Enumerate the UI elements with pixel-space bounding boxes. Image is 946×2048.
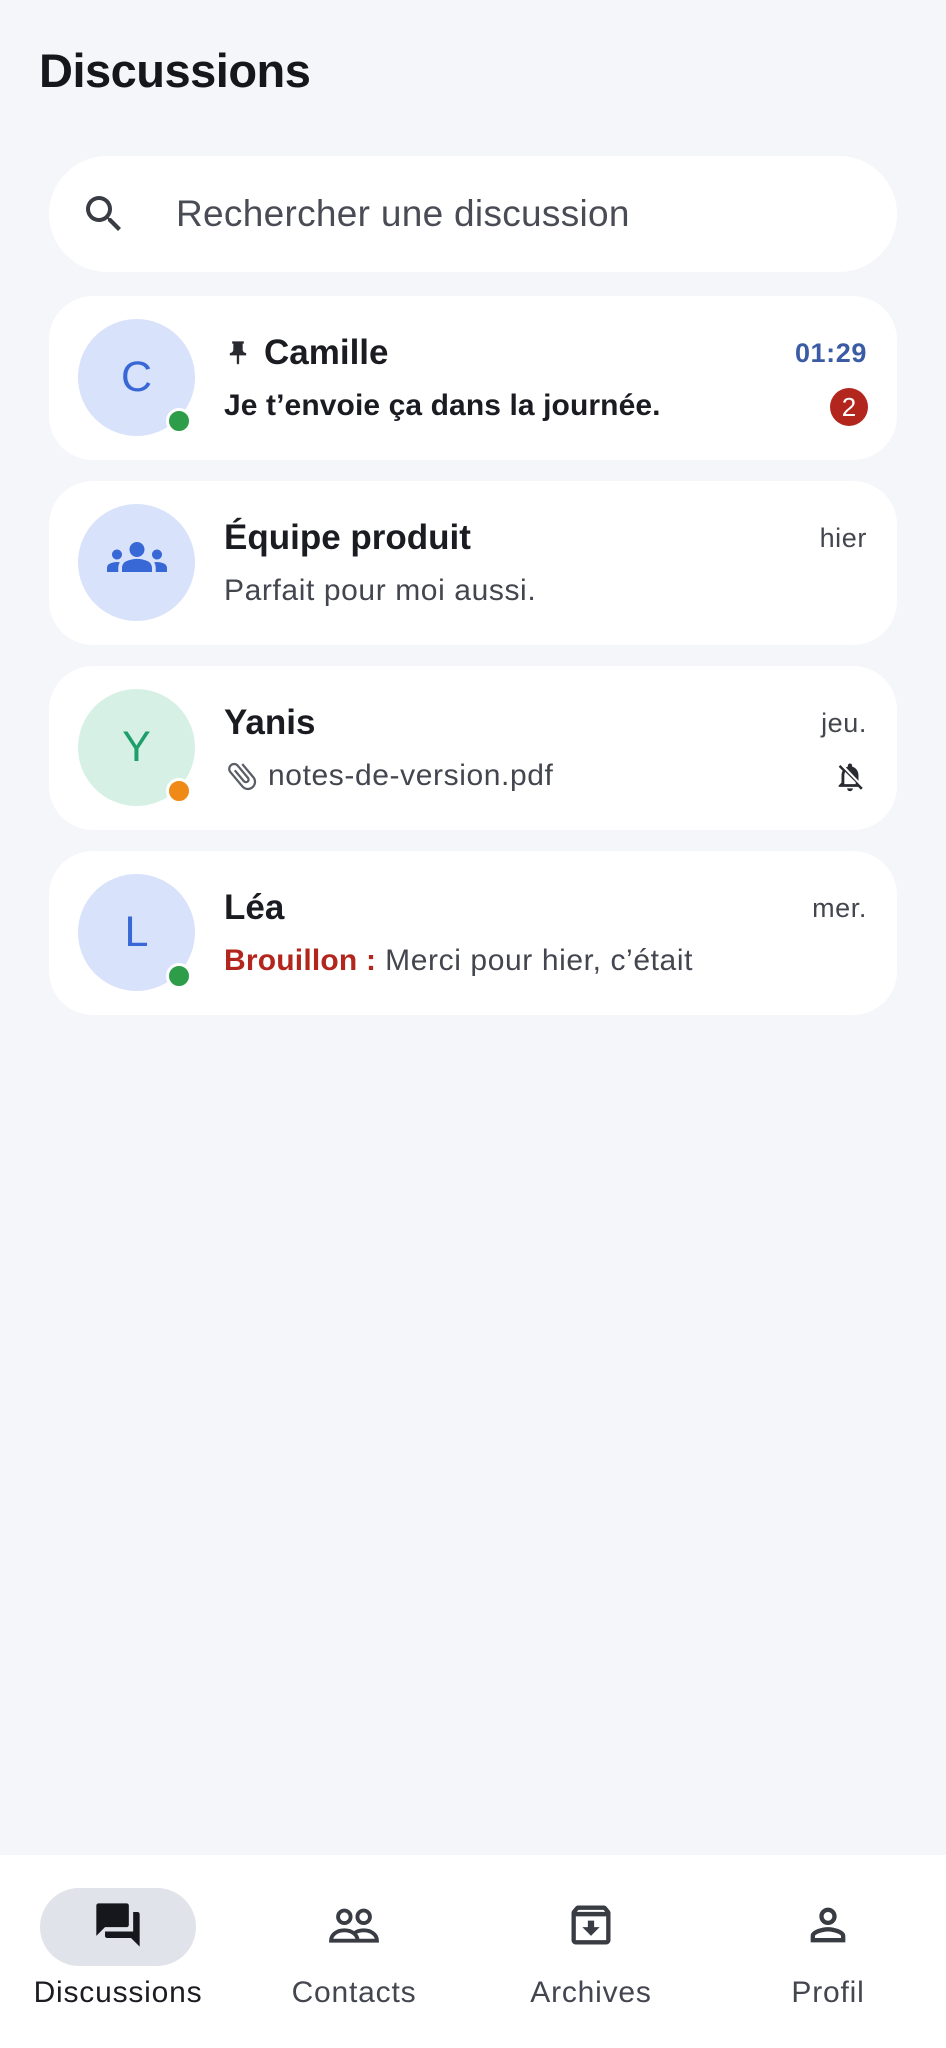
profile-icon (802, 1899, 854, 1956)
online-status-dot (166, 408, 192, 434)
conversation-preview: notes-de-version.pdf (224, 757, 554, 795)
nav-icon-container (513, 1888, 669, 1966)
conversation-name: Léa (224, 888, 285, 927)
nav-active-indicator (40, 1888, 196, 1966)
conversation-name: Équipe produit (224, 518, 471, 557)
conversation-item-lea[interactable]: L Léa mer. Brouillon : Merci pour hier, … (49, 851, 897, 1015)
nav-item-profil[interactable]: Profil (710, 1855, 946, 2048)
nav-label: Archives (530, 1976, 652, 2009)
draft-label: Brouillon : (224, 944, 377, 977)
conversation-time: jeu. (821, 708, 867, 738)
notifications-off-icon (833, 760, 867, 794)
conversation-preview: Parfait pour moi aussi. (224, 574, 537, 607)
chat-icon (92, 1899, 144, 1956)
conversation-preview: Brouillon : Merci pour hier, c’était (224, 942, 693, 980)
group-icon (106, 527, 167, 598)
conversation-name: Camille (224, 332, 389, 374)
conversation-preview: Je t’envoie ça dans la journée. (224, 389, 661, 422)
avatar (78, 504, 195, 621)
nav-label: Discussions (33, 1976, 203, 2009)
archive-icon (565, 1899, 617, 1956)
page-title: Discussions (39, 44, 311, 97)
search-icon (74, 184, 134, 244)
paperclip-icon (224, 758, 260, 794)
pin-icon (224, 338, 252, 368)
draft-text: Merci pour hier, c’était (385, 944, 694, 977)
conversation-time: 01:29 (794, 338, 867, 368)
away-status-dot (166, 778, 192, 804)
nav-item-archives[interactable]: Archives (473, 1855, 709, 2048)
attachment-filename: notes-de-version.pdf (268, 759, 554, 792)
conversation-item-equipe-produit[interactable]: Équipe produit hier Parfait pour moi aus… (49, 481, 897, 645)
conversation-item-camille[interactable]: C Camille 01:29 Je t’envoie ça dans la j… (49, 296, 897, 460)
conversation-item-yanis[interactable]: Y Yanis jeu. notes-de-version.pdf (49, 666, 897, 830)
nav-label: Profil (791, 1976, 865, 2009)
nav-item-discussions[interactable]: Discussions (0, 1855, 236, 2048)
search-input[interactable] (176, 193, 856, 235)
search-bar[interactable] (49, 156, 897, 272)
conversation-time: mer. (812, 893, 867, 923)
avatar-initial: C (120, 353, 153, 401)
conversation-name-text: Camille (264, 333, 389, 372)
nav-icon-container (750, 1888, 906, 1966)
nav-item-contacts[interactable]: Contacts (236, 1855, 472, 2048)
bottom-navigation: Discussions Contacts Archives Profil (0, 1855, 946, 2048)
nav-icon-container (276, 1888, 432, 1966)
conversation-time: hier (819, 523, 867, 553)
avatar-initial: L (124, 908, 149, 956)
nav-label: Contacts (291, 1976, 417, 2009)
contacts-icon (325, 1896, 383, 1959)
online-status-dot (166, 963, 192, 989)
conversation-name: Yanis (224, 703, 316, 742)
avatar-initial: Y (122, 723, 151, 771)
unread-badge: 2 (830, 388, 868, 426)
